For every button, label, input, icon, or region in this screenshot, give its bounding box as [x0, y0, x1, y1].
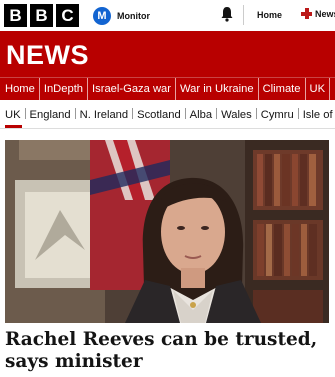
news-title[interactable]: NEWS: [6, 40, 89, 71]
nav-item-israel-gaza-war[interactable]: Israel-Gaza war: [88, 78, 176, 100]
subnav-item-alba[interactable]: Alba: [186, 103, 216, 127]
subnav-item-cymru[interactable]: Cymru: [257, 103, 298, 127]
article-headline[interactable]: Rachel Reeves can be trusted, says minis…: [5, 329, 330, 373]
subnav-item-scotland[interactable]: Scotland: [133, 103, 185, 127]
subnav-item-isle-of-man[interactable]: Isle of Man: [299, 103, 335, 127]
bbc-logo-letter: B: [30, 4, 53, 27]
primary-nav: Home InDepth Israel-Gaza war War in Ukraine…: [0, 77, 335, 100]
nav-item-indepth[interactable]: InDepth: [40, 78, 89, 100]
subnav-item-wales[interactable]: Wales: [217, 103, 256, 127]
monitor-label: Monitor: [117, 10, 150, 21]
news-icon: [301, 8, 312, 19]
subnav-item-uk[interactable]: UK: [0, 103, 25, 127]
news-banner: NEWS: [0, 31, 335, 77]
hero-photo: [5, 140, 329, 323]
bbc-logo-letter: B: [4, 4, 27, 27]
monitor-link[interactable]: M Monitor: [93, 6, 150, 25]
nav-item-war-in-ukraine[interactable]: War in Ukraine: [176, 78, 259, 100]
masthead: B B C M Monitor Home News: [0, 0, 335, 31]
monitor-icon: M: [93, 6, 111, 25]
news-link[interactable]: News: [301, 8, 335, 19]
secondary-nav: UK England N. Ireland Scotland Alba Wales Cymr…: [0, 103, 335, 129]
subnav-item-n-ireland[interactable]: N. Ireland: [76, 103, 133, 127]
home-link[interactable]: Home: [257, 10, 282, 20]
subnav-item-england[interactable]: England: [26, 103, 75, 127]
masthead-divider: [243, 5, 244, 25]
bbc-logo[interactable]: B B C: [4, 4, 79, 27]
nav-item-uk[interactable]: UK: [306, 78, 331, 100]
active-tab-indicator: [5, 125, 22, 128]
hero-image[interactable]: [5, 140, 329, 323]
nav-item-home[interactable]: Home: [0, 78, 40, 100]
bell-icon[interactable]: [220, 6, 234, 22]
news-link-label: News: [315, 8, 335, 19]
nav-item-climate[interactable]: Climate: [259, 78, 306, 100]
bbc-logo-letter: C: [56, 4, 79, 27]
